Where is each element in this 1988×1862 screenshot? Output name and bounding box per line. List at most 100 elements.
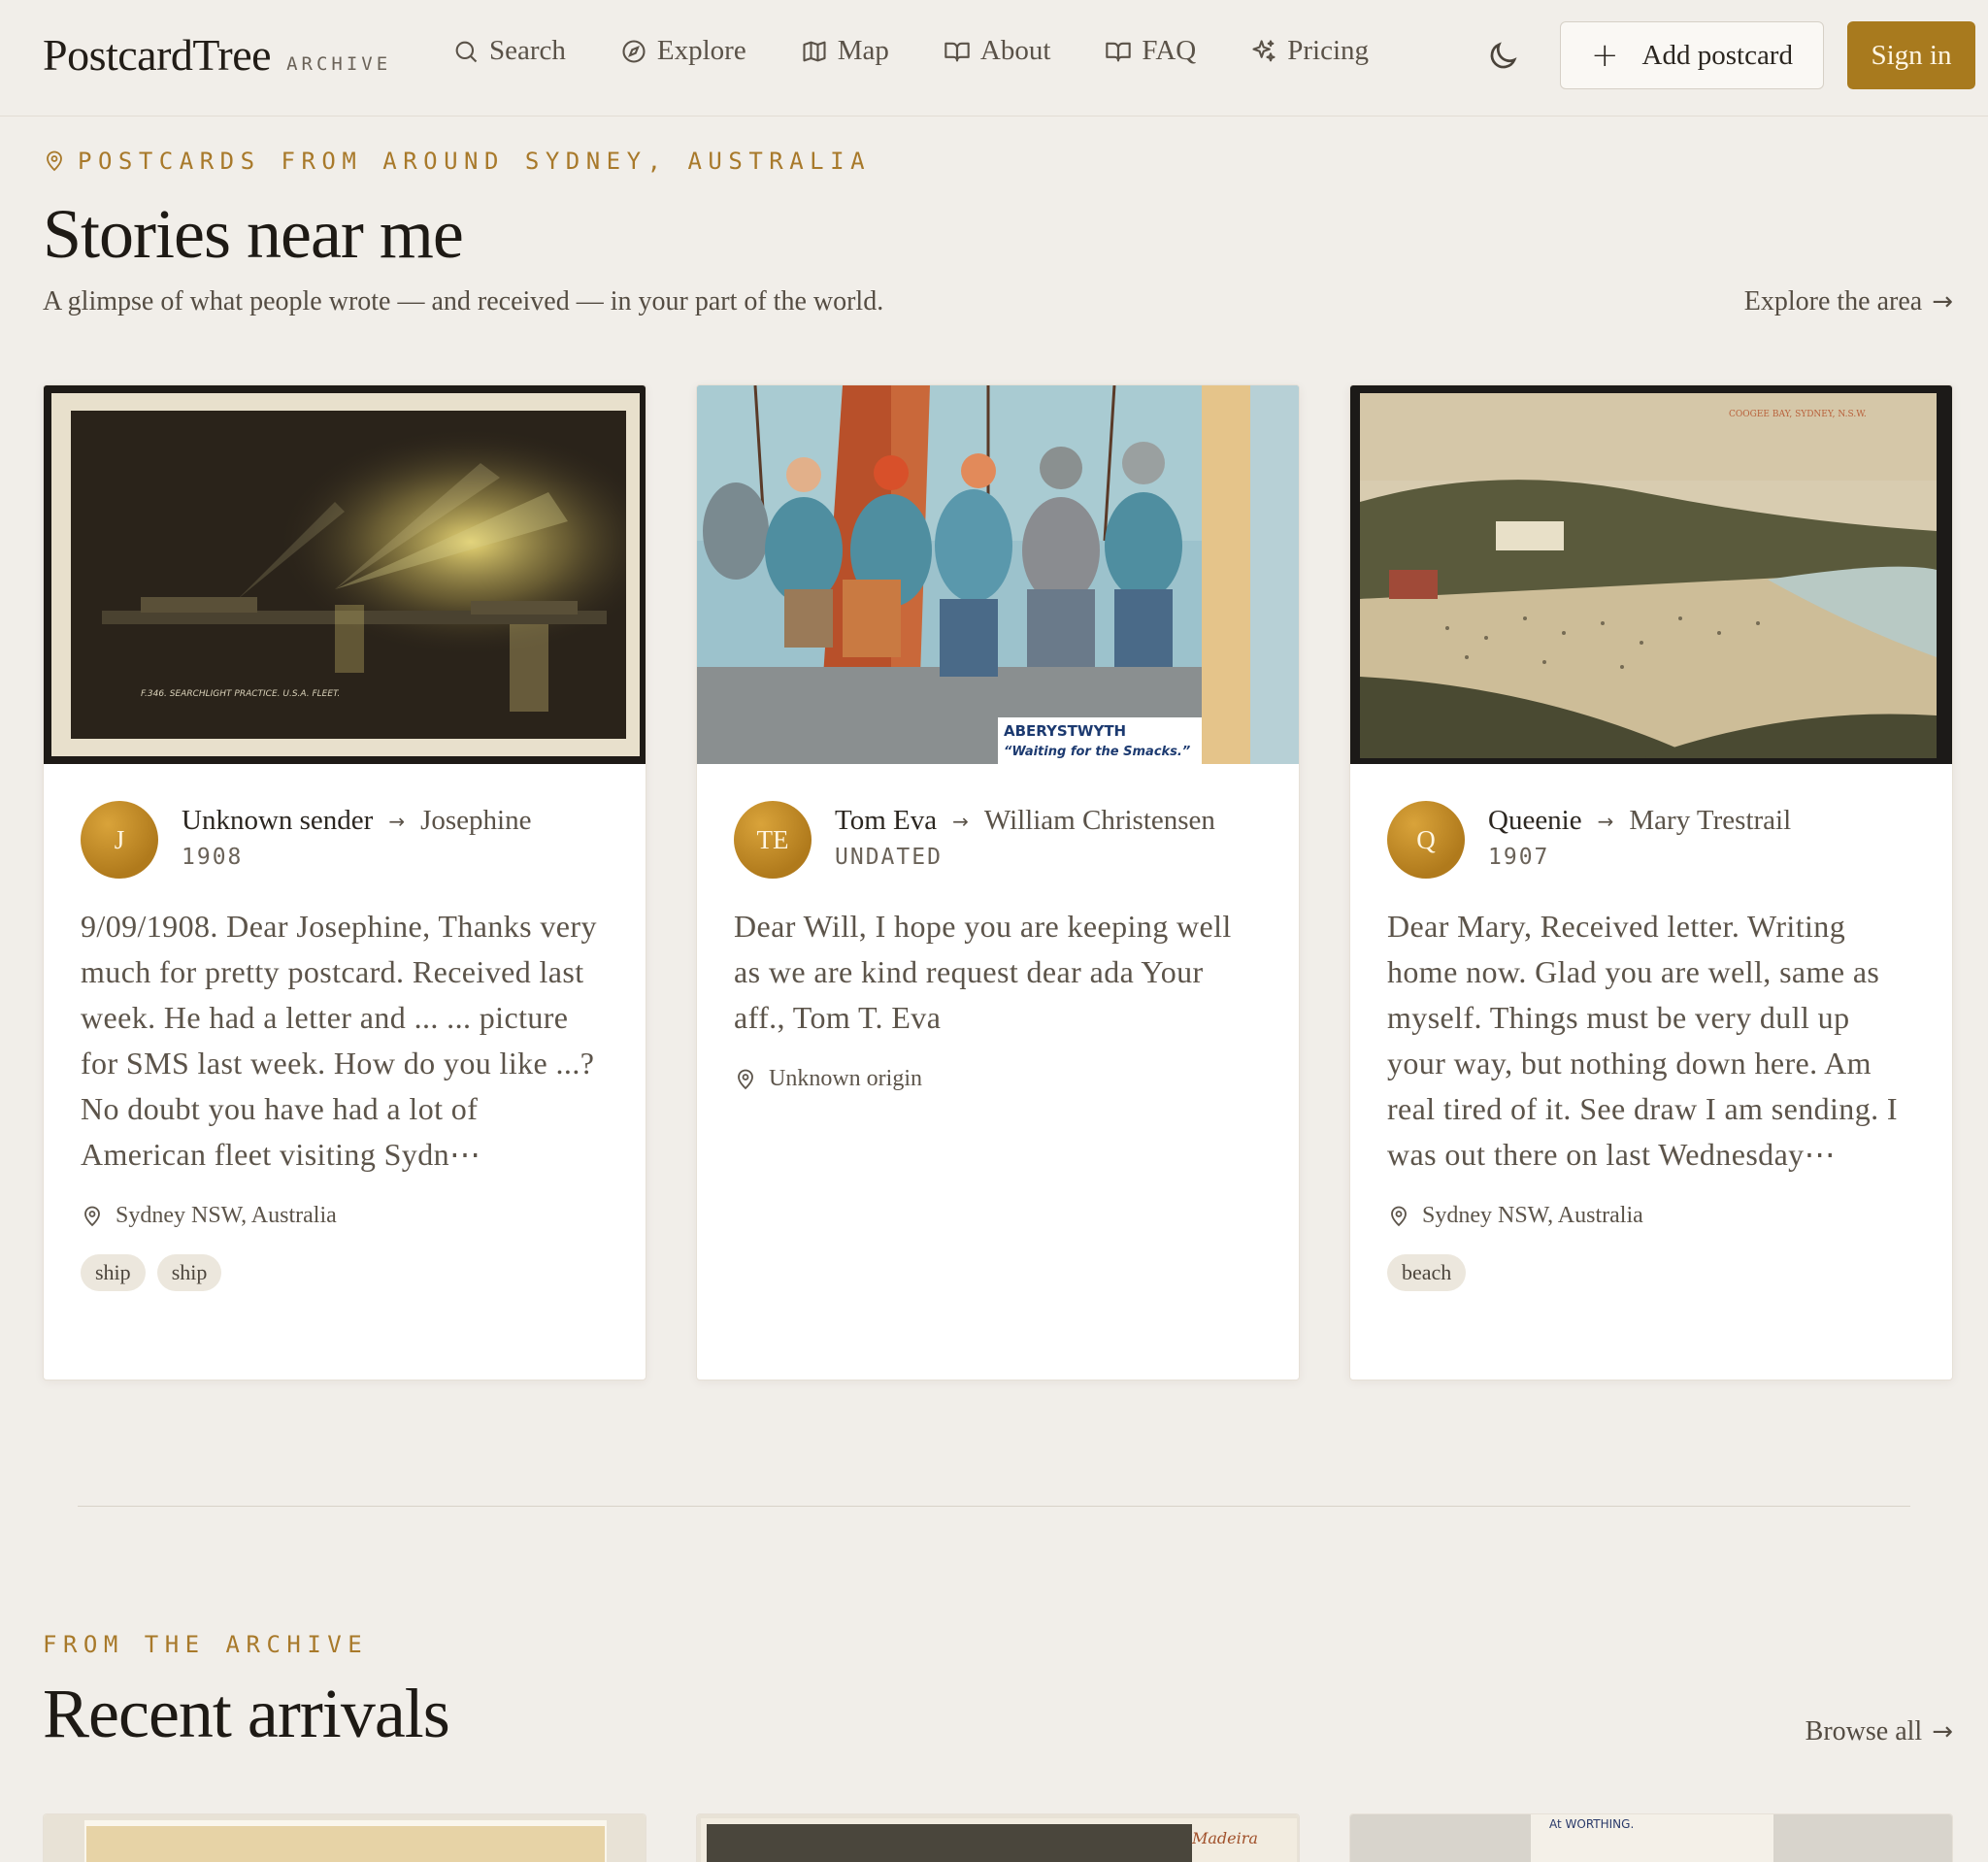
postcard-location: Sydney NSW, Australia — [1387, 1203, 1915, 1229]
recent-eyebrow: FROM THE ARCHIVE — [43, 1631, 369, 1658]
recent-postcard-card[interactable]: At WORTHING. — [1349, 1813, 1953, 1862]
search-icon — [455, 41, 478, 62]
tag[interactable]: ship — [81, 1254, 146, 1291]
section-divider — [78, 1506, 1910, 1507]
nav-pricing[interactable]: Pricing — [1250, 35, 1369, 67]
recent-postcard-caption: Madeira — [1191, 1829, 1258, 1847]
recent-postcard-image: At WORTHING. — [1350, 1814, 1952, 1862]
tag[interactable]: ship — [156, 1254, 222, 1291]
tag-list: ship ship — [81, 1254, 609, 1291]
hero-eyebrow-text: POSTCARDS FROM AROUND SYDNEY, AUSTRALIA — [78, 148, 872, 175]
card-body: J Unknown sender → Josephine 1908 9/09/1… — [81, 801, 609, 1291]
recent-postcard-image: Madeira — [697, 1814, 1299, 1862]
postcard-image[interactable]: COOGEE BAY, SYDNEY, N.S.W. — [1350, 385, 1952, 764]
location-text: Unknown origin — [769, 1066, 922, 1091]
brand-subtitle: ARCHIVE — [286, 53, 392, 75]
add-postcard-button[interactable]: + Add postcard — [1560, 21, 1824, 89]
nav-explore[interactable]: Explore — [620, 35, 746, 67]
arrow-right-icon: → — [952, 809, 969, 833]
postcard-caption: F.346. SEARCHLIGHT PRACTICE. U.S.A. FLEE… — [141, 689, 340, 699]
hero-eyebrow: POSTCARDS FROM AROUND SYDNEY, AUSTRALIA — [43, 148, 871, 175]
nav-map[interactable]: Map — [801, 35, 889, 67]
nav-pricing-label: Pricing — [1287, 35, 1370, 66]
arrow-right-icon: → — [1932, 1717, 1953, 1746]
book-open-icon — [944, 42, 970, 61]
browse-all-link[interactable]: Browse all → — [1806, 1716, 1953, 1747]
postcard-card[interactable]: COOGEE BAY, SYDNEY, N.S.W. Q Queenie → M… — [1349, 384, 1953, 1380]
avatar: J — [81, 801, 158, 879]
nav-links: Search Explore Map About FAQ Pricing — [452, 35, 1423, 67]
postcard-message: Dear Mary, Received letter. Writing home… — [1387, 909, 1898, 1172]
recent-title: Recent arrivals — [43, 1675, 450, 1752]
recent-postcard-card[interactable] — [43, 1813, 646, 1862]
postcard-message: Dear Will, I hope you are keeping well a… — [734, 909, 1232, 1035]
map-icon — [803, 41, 826, 61]
nav-about[interactable]: About — [944, 35, 1051, 67]
recent-postcard-image — [44, 1814, 646, 1862]
postcard-image[interactable]: F.346. SEARCHLIGHT PRACTICE. U.S.A. FLEE… — [44, 385, 646, 764]
postcard-message: 9/09/1908. Dear Josephine, Thanks very m… — [81, 909, 597, 1172]
tag-list: beach — [1387, 1254, 1915, 1291]
add-postcard-label: Add postcard — [1641, 39, 1793, 71]
map-pin-icon — [738, 1069, 753, 1089]
explore-area-label: Explore the area — [1743, 286, 1923, 316]
sender-name[interactable]: Queenie — [1488, 805, 1582, 837]
arrow-right-icon: → — [388, 809, 406, 833]
postcard-caption: COOGEE BAY, SYDNEY, N.S.W. — [1729, 410, 1867, 419]
arrow-right-icon: → — [1932, 287, 1953, 316]
tag[interactable]: beach — [1387, 1254, 1467, 1291]
avatar: Q — [1387, 801, 1465, 879]
hero-lede: A glimpse of what people wrote — and rec… — [43, 286, 884, 316]
nav-search-label: Search — [489, 35, 566, 66]
recipient-name[interactable]: Josephine — [420, 805, 531, 837]
page-title: Stories near me — [43, 195, 464, 273]
sign-in-button[interactable]: Sign in — [1847, 21, 1975, 89]
correspondents: J Unknown sender → Josephine 1908 — [81, 801, 609, 879]
plus-icon: + — [1591, 36, 1619, 75]
postcard-year: 1908 — [182, 845, 244, 870]
correspondents: TE Tom Eva → William Christensen UNDATED — [734, 801, 1262, 879]
postcard-illustration-fishermen: ABERYSTWYTH “Waiting for the Smacks.” — [697, 385, 1299, 764]
nav-faq-label: FAQ — [1142, 35, 1197, 66]
brand[interactable]: PostcardTree ARCHIVE — [43, 29, 391, 81]
top-nav: PostcardTree ARCHIVE Search Explore Map … — [0, 0, 1988, 116]
postcard-photo-searchlight: F.346. SEARCHLIGHT PRACTICE. U.S.A. FLEE… — [44, 385, 646, 764]
avatar: TE — [734, 801, 812, 879]
postcard-caption-title: ABERYSTWYTH — [1004, 722, 1126, 740]
page: PostcardTree ARCHIVE Search Explore Map … — [0, 0, 1988, 1862]
map-pin-icon — [84, 1206, 100, 1226]
postcard-image[interactable]: ABERYSTWYTH “Waiting for the Smacks.” — [697, 385, 1299, 764]
nav-map-label: Map — [837, 35, 889, 66]
book-icon — [1106, 42, 1132, 61]
postcard-year: UNDATED — [835, 845, 943, 870]
map-pin-icon — [1391, 1206, 1407, 1226]
postcard-card[interactable]: ABERYSTWYTH “Waiting for the Smacks.” TE… — [696, 384, 1300, 1380]
recent-postcard-card[interactable]: Madeira — [696, 1813, 1300, 1862]
location-text: Sydney NSW, Australia — [1422, 1203, 1643, 1228]
compass-icon — [622, 39, 646, 63]
brand-name[interactable]: PostcardTree — [43, 29, 272, 81]
sender-name[interactable]: Unknown sender — [182, 805, 373, 837]
explore-area-link[interactable]: Explore the area → — [1744, 286, 1953, 317]
sender-name[interactable]: Tom Eva — [835, 805, 937, 837]
postcard-photo-beach: COOGEE BAY, SYDNEY, N.S.W. — [1350, 385, 1952, 764]
nav-about-label: About — [979, 35, 1051, 66]
postcard-caption-subtitle: “Waiting for the Smacks.” — [1004, 745, 1190, 759]
arrow-right-icon: → — [1597, 809, 1614, 833]
map-pin-icon — [47, 150, 62, 172]
recipient-name[interactable]: Mary Trestrail — [1629, 805, 1791, 837]
recent-postcard-caption: At WORTHING. — [1549, 1817, 1634, 1831]
card-body: TE Tom Eva → William Christensen UNDATED… — [734, 801, 1262, 1092]
sparkle-icon — [1252, 39, 1276, 61]
moon-icon — [1490, 42, 1517, 69]
card-body: Q Queenie → Mary Trestrail 1907 Dear Mar… — [1387, 801, 1915, 1291]
location-text: Sydney NSW, Australia — [116, 1203, 337, 1228]
postcard-card[interactable]: F.346. SEARCHLIGHT PRACTICE. U.S.A. FLEE… — [43, 384, 646, 1380]
nav-faq[interactable]: FAQ — [1105, 35, 1196, 67]
postcard-location: Sydney NSW, Australia — [81, 1203, 609, 1229]
nav-search[interactable]: Search — [452, 35, 566, 67]
postcard-location: Unknown origin — [734, 1066, 1262, 1092]
postcard-year: 1907 — [1488, 845, 1550, 870]
recipient-name[interactable]: William Christensen — [984, 805, 1215, 837]
theme-toggle-button[interactable] — [1485, 39, 1520, 74]
